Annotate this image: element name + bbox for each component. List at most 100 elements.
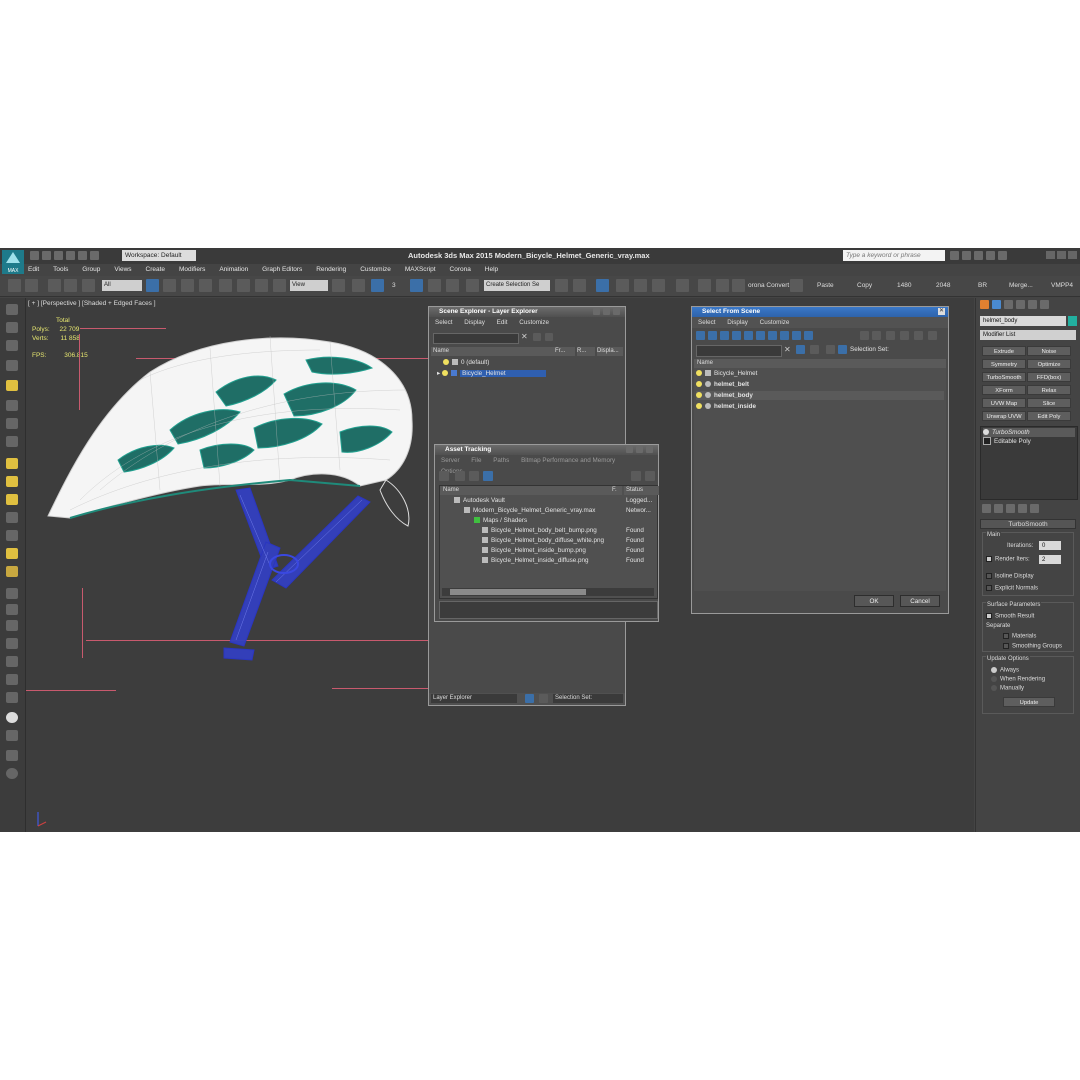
sign-in-icon[interactable] [974,251,983,260]
asset-row[interactable]: Bicycle_Helmet_body_belt_bump.png [482,526,597,535]
sync-selection-icon[interactable] [914,331,923,340]
object-color-swatch[interactable] [1068,316,1077,326]
asset-row[interactable]: Bicycle_Helmet_inside_diffuse.png [482,556,589,565]
helmet-model[interactable] [40,320,440,670]
torus-icon[interactable] [6,566,18,577]
maximize-button[interactable] [636,446,643,453]
object-name-field[interactable]: helmet_body [980,316,1066,326]
window-crossing-icon[interactable] [199,279,212,292]
column-freeze[interactable]: Fr... [555,347,575,356]
light-bulb-icon[interactable] [443,359,449,366]
render-setup-icon[interactable] [698,279,711,292]
column-display[interactable]: Displa... [597,347,623,356]
toggle-ribbon-icon[interactable] [616,279,629,292]
tool-icon[interactable] [6,750,18,761]
smooth-result-checkbox[interactable] [986,613,992,619]
teapot-icon[interactable] [6,512,18,523]
stack-item-editable-poly[interactable]: Editable Poly [983,437,1075,446]
column-name[interactable]: Name [431,347,555,356]
hierarchy-icon[interactable] [539,694,548,703]
bind-space-warp-icon[interactable] [82,279,95,292]
menu-display[interactable]: Display [727,319,748,326]
sphere-shaded-icon[interactable] [6,712,18,723]
max-logo-icon[interactable]: MAX [2,250,24,274]
sun-icon[interactable] [6,548,18,559]
object-row[interactable]: helmet_belt [696,380,944,389]
tool-icon[interactable] [6,674,18,685]
column-name[interactable]: Name [440,486,613,495]
display-containers-icon[interactable] [804,331,813,340]
redo-icon[interactable] [25,279,38,292]
selection-filter-select[interactable]: All [102,280,142,291]
help-icon[interactable] [6,768,18,779]
merge-button[interactable]: Merge... [1009,282,1033,289]
new-file-icon[interactable] [30,251,39,260]
material-editor-icon[interactable] [676,279,689,292]
display-cameras-icon[interactable] [732,331,741,340]
display-all-icon[interactable] [860,331,869,340]
menu-animation[interactable]: Animation [219,264,248,276]
undo-icon[interactable] [8,279,21,292]
reference-coordinate-select[interactable]: View [290,280,328,291]
column-f[interactable]: F. [612,486,622,495]
light-bulb-icon[interactable] [442,370,449,377]
angle-snap-icon[interactable] [410,279,423,292]
help-icon[interactable] [631,471,641,481]
maximize-button[interactable] [1057,251,1066,259]
edit-named-selection-icon[interactable] [466,279,479,292]
slice-button[interactable]: Slice [1027,398,1071,408]
cylinder-icon[interactable] [6,494,18,505]
optimize-button[interactable]: Optimize [1027,359,1071,369]
light-bulb-icon[interactable] [983,429,989,436]
detail-view-icon[interactable] [483,471,493,481]
render-iters-checkbox[interactable] [986,556,992,562]
clear-icon[interactable]: ✕ [521,333,529,341]
binoculars-icon[interactable] [950,251,959,260]
asset-row[interactable]: Maps / Shaders [474,516,527,525]
cone-icon[interactable] [6,530,18,541]
layer-row[interactable]: ▸ Bicycle_Helmet [431,369,623,378]
tool-icon[interactable] [6,436,18,447]
scale-icon[interactable] [255,279,268,292]
move-icon[interactable] [219,279,232,292]
modify-tab-icon[interactable] [992,300,1001,309]
layer-explorer-icon[interactable] [596,279,609,292]
layer-icon[interactable] [826,345,835,354]
rotate-icon[interactable] [237,279,250,292]
display-bones-icon[interactable] [792,331,801,340]
select-children-icon[interactable] [796,345,805,354]
skull-script-icon[interactable] [790,279,803,292]
tool-icon[interactable] [6,400,18,411]
close-button[interactable] [613,308,620,315]
extrude-button[interactable]: Extrude [982,346,1026,356]
object-row[interactable]: helmet_body [696,391,944,400]
tool-icon[interactable] [6,588,18,599]
object-row[interactable]: helmet_inside [696,402,944,411]
menu-rendering[interactable]: Rendering [316,264,346,276]
scrollbar-thumb[interactable] [450,589,586,595]
maximize-button[interactable] [603,308,610,315]
select-object-icon[interactable] [146,279,159,292]
resolution-height-button[interactable]: 2048 [936,282,950,289]
display-geometry-icon[interactable] [696,331,705,340]
smoothing-groups-checkbox[interactable] [1003,643,1009,649]
named-selection-set-select[interactable]: Create Selection Se [484,280,550,291]
iterations-input[interactable]: 0 [1039,541,1061,550]
sphere-icon[interactable] [6,476,18,487]
table-icon[interactable] [469,471,479,481]
menu-create[interactable]: Create [146,264,166,276]
render-iters-input[interactable]: 2 [1039,555,1061,564]
light-icon[interactable] [6,380,18,391]
lock-icon[interactable] [928,331,937,340]
br-button[interactable]: BR [978,282,987,289]
minimize-button[interactable] [593,308,600,315]
mirror-icon[interactable] [555,279,568,292]
display-none-icon[interactable] [872,331,881,340]
corona-convert-label[interactable]: orona Convert [748,282,789,289]
pivot-center-icon[interactable] [332,279,345,292]
isoline-checkbox[interactable] [986,573,992,579]
schematic-view-icon[interactable] [652,279,665,292]
find-input[interactable] [696,345,782,357]
link-icon[interactable] [48,279,61,292]
display-tab-icon[interactable] [1028,300,1037,309]
